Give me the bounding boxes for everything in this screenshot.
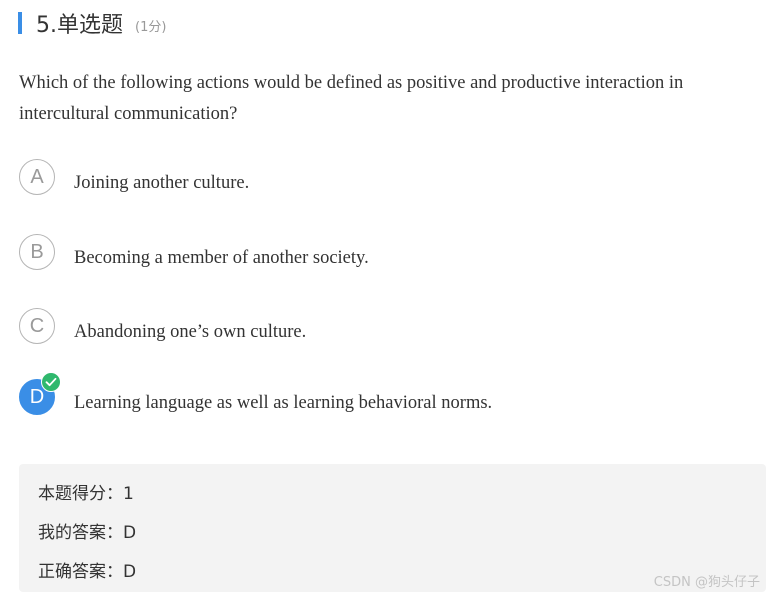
option-letter-c[interactable]: C [19, 308, 55, 344]
question-header: 5.单选题 (1分) [18, 8, 166, 38]
title-accent-bar [18, 12, 22, 34]
question-text: Which of the following actions would be … [19, 73, 684, 124]
watermark: CSDN @狗头仔子 [653, 575, 760, 590]
option-text-a[interactable]: Joining another culture. [74, 173, 249, 194]
option-letter-a[interactable]: A [19, 159, 55, 195]
option-b[interactable]: B Becoming a member of another society. [19, 234, 739, 274]
score-result: 本题得分：1 [38, 484, 134, 504]
option-letter-b[interactable]: B [19, 234, 55, 270]
correct-answer: 正确答案：D [38, 562, 137, 582]
option-text-d[interactable]: Learning language as well as learning be… [74, 393, 492, 414]
check-icon [41, 372, 61, 392]
option-text-c[interactable]: Abandoning one’s own culture. [74, 322, 306, 343]
question-score: (1分) [135, 19, 167, 35]
option-text-b[interactable]: Becoming a member of another society. [74, 248, 369, 269]
question-type-title: 5.单选题 [36, 13, 123, 38]
option-a[interactable]: A Joining another culture. [19, 159, 739, 199]
option-c[interactable]: C Abandoning one’s own culture. [19, 308, 739, 348]
option-d[interactable]: D Learning language as well as learning … [19, 372, 739, 419]
my-answer: 我的答案：D [38, 523, 137, 543]
